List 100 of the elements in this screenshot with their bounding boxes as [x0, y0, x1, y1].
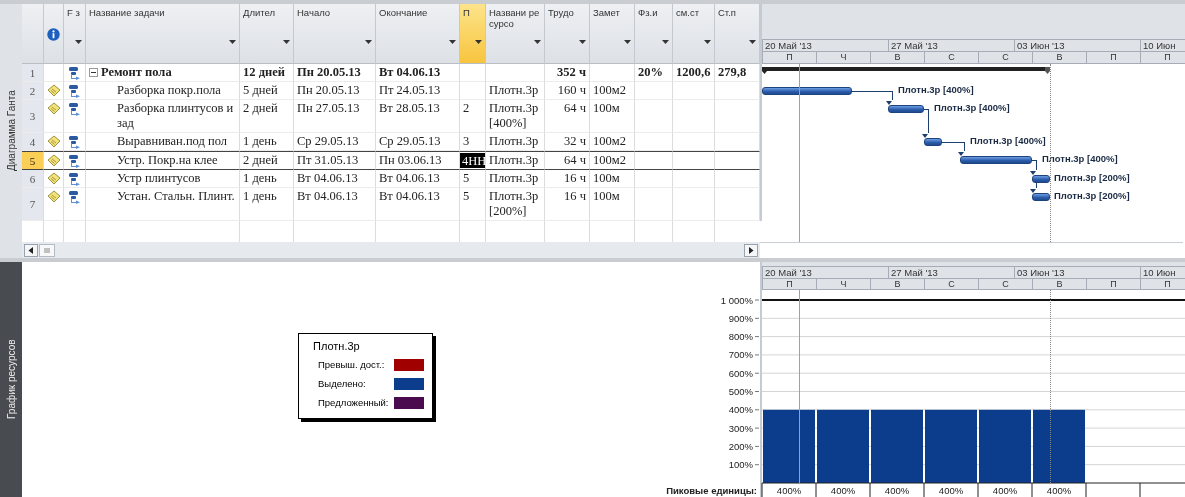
row-number[interactable]: 4: [22, 133, 44, 151]
table-cell-text: Плотн.3р: [488, 152, 540, 169]
table-cell-text: Ср 29.05.13: [296, 133, 360, 150]
table-cell-text: Вт 04.06.13: [378, 170, 441, 187]
table-cell: [715, 170, 760, 188]
note-icon[interactable]: [46, 154, 61, 167]
view-label[interactable]: Диаграмма Ганта: [0, 4, 22, 258]
bar-label: Плотн.3р [400%]: [1042, 153, 1118, 165]
task-mode-icon: [67, 84, 82, 98]
column-header[interactable]: Окончание: [376, 4, 460, 64]
peak-value: 400%: [992, 485, 1018, 496]
row-number[interactable]: 1: [22, 64, 44, 82]
caret-icon[interactable]: [283, 40, 290, 44]
table-cell-text: 2 дней: [242, 100, 279, 117]
note-icon[interactable]: [46, 135, 61, 148]
column-header[interactable]: П: [460, 4, 486, 64]
row-number[interactable]: 5: [22, 151, 44, 170]
week-label: 10 Июн: [1140, 267, 1185, 278]
axis-label: 400%: [728, 404, 753, 416]
row-number[interactable]: 2: [22, 82, 44, 100]
table-cell: [715, 151, 760, 170]
table-cell-text: 1 день: [242, 188, 278, 205]
task-mode-icon: [67, 135, 82, 149]
caret-icon[interactable]: [534, 40, 541, 44]
column-header[interactable]: Длител: [240, 4, 294, 64]
day-label: С: [924, 279, 978, 289]
caret-icon[interactable]: [449, 40, 456, 44]
day-label: С: [978, 52, 1032, 63]
column-header[interactable]: см.ст: [673, 4, 715, 64]
task-bar[interactable]: [888, 105, 924, 113]
table-cell-text: Ср 29.05.13: [378, 133, 442, 150]
task-name: Устан. Стальн. Плинт.: [117, 188, 236, 205]
day-label: Ч: [816, 52, 870, 63]
table-cell-text: 16 ч: [563, 170, 587, 187]
caret-icon[interactable]: [75, 40, 82, 44]
caret-icon[interactable]: [749, 40, 756, 44]
caret-icon[interactable]: [624, 40, 631, 44]
caret-icon[interactable]: [475, 40, 482, 44]
scrollbar-thumb[interactable]: [39, 243, 55, 257]
task-mode-icon: [67, 190, 82, 204]
note-icon[interactable]: [46, 190, 61, 203]
task-bar[interactable]: [924, 138, 942, 146]
column-header[interactable]: Ст.п: [715, 4, 760, 64]
task-bar[interactable]: [1032, 193, 1050, 201]
axis-label: 900%: [728, 312, 753, 324]
caret-icon[interactable]: [365, 40, 372, 44]
table-cell-text: 100м2: [592, 82, 627, 99]
scroll-left-button[interactable]: [24, 243, 38, 257]
table-cell: [715, 133, 760, 151]
table-cell-text: 5 дней: [242, 82, 279, 99]
row-number[interactable]: 7: [22, 188, 44, 221]
table-cell: [715, 188, 760, 221]
legend-label: Превыш. дост.:: [318, 359, 385, 370]
column-header[interactable]: Название задачи: [86, 4, 240, 64]
column-header[interactable]: Замет: [590, 4, 635, 64]
column-header[interactable]: Фз.и: [635, 4, 673, 64]
table-cell-text: 100м2: [592, 133, 627, 150]
table-cell-text: 1 день: [242, 133, 278, 150]
summary-bar[interactable]: [762, 67, 1050, 75]
table-cell-text: 64 ч: [563, 100, 587, 117]
table-cell-text: Плотн.3р: [488, 170, 540, 187]
column-header[interactable]: Названи ресурсо: [486, 4, 545, 64]
axis-label: 200%: [728, 440, 753, 452]
row-number[interactable]: 3: [22, 100, 44, 133]
scroll-right-button[interactable]: [744, 243, 758, 257]
table-cell-text: 2 дней: [242, 152, 279, 169]
collapse-icon[interactable]: [89, 68, 98, 77]
note-icon[interactable]: [46, 172, 61, 185]
view-label[interactable]: График ресурсов: [0, 262, 22, 497]
table-cell-text: Вт 28.05.13: [378, 100, 441, 117]
axis-label: 800%: [728, 331, 753, 343]
column-header[interactable]: Трудо: [545, 4, 590, 64]
row-number[interactable]: 6: [22, 170, 44, 188]
column-header[interactable]: Начало: [294, 4, 376, 64]
note-icon[interactable]: [46, 84, 61, 97]
table-cell-text: Пт 31.05.13: [296, 152, 360, 169]
column-header[interactable]: [44, 4, 64, 64]
task-bar[interactable]: [762, 87, 852, 95]
table-cell: [715, 100, 760, 133]
day-label: П: [1086, 52, 1140, 63]
column-header[interactable]: F з: [64, 4, 86, 64]
week-label: 27 Май '13: [888, 267, 1014, 278]
caret-icon[interactable]: [579, 40, 586, 44]
bar-label: Плотн.3р [400%]: [934, 102, 1010, 114]
caret-icon[interactable]: [662, 40, 669, 44]
note-icon[interactable]: [46, 102, 61, 115]
table-cell-text: 12 дней: [242, 64, 286, 81]
table-cell-text: 100м: [592, 100, 621, 117]
table-cell-text: Пн 20.05.13: [296, 82, 361, 99]
day-label: П: [1086, 279, 1140, 289]
caret-icon[interactable]: [704, 40, 711, 44]
day-label: В: [870, 279, 924, 289]
bar-label: Плотн.3р [200%]: [1054, 190, 1130, 202]
day-label: Ч: [816, 279, 870, 289]
table-cell-text: Плотн.3р [400%]: [488, 100, 540, 132]
table-cell-text: 3: [462, 133, 471, 150]
task-bar[interactable]: [1032, 175, 1050, 183]
table-cell-text: 100м: [592, 170, 621, 187]
axis-label: 500%: [728, 386, 753, 397]
caret-icon[interactable]: [229, 40, 236, 44]
